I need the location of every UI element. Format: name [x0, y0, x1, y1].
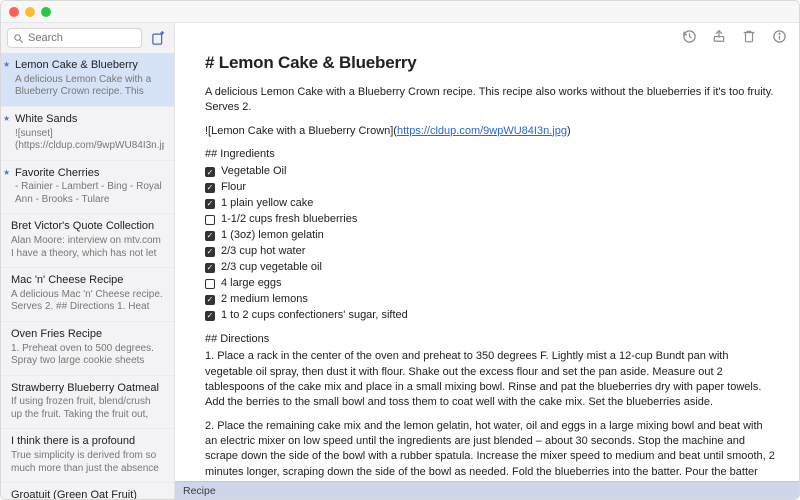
sidebar: ★Lemon Cake & BlueberryA delicious Lemon…: [1, 23, 175, 499]
ingredient-row: ✓ 1 plain yellow cake: [205, 196, 777, 212]
star-icon: ★: [3, 114, 10, 123]
ingredient-checkbox[interactable]: ✓: [205, 311, 215, 321]
ingredient-row: 1-1/2 cups fresh blueberries: [205, 212, 777, 228]
note-preview: - Rainier - Lambert - Bing - Royal Ann -…: [11, 181, 164, 206]
search-icon: [13, 33, 24, 44]
note-title: Oven Fries Recipe: [11, 328, 164, 342]
ingredient-row: 4 large eggs: [205, 276, 777, 292]
search-row: [1, 23, 174, 53]
new-note-button[interactable]: [148, 28, 168, 48]
ingredient-row: ✓ Flour: [205, 180, 777, 196]
footer-bar: Recipe: [175, 481, 799, 499]
note-title: White Sands: [11, 113, 164, 127]
image-md-prefix: ![Lemon Cake with a Blueberry Crown](: [205, 125, 397, 137]
ingredient-checkbox[interactable]: ✓: [205, 231, 215, 241]
ingredient-checkbox[interactable]: ✓: [205, 199, 215, 209]
zoom-window-button[interactable]: [41, 7, 51, 17]
note-list-item[interactable]: ★Lemon Cake & BlueberryA delicious Lemon…: [1, 53, 174, 107]
direction-step-1: 1. Place a rack in the center of the ove…: [205, 349, 777, 411]
minimize-window-button[interactable]: [25, 7, 35, 17]
note-title: Mac 'n' Cheese Recipe: [11, 274, 164, 288]
footer-tag[interactable]: Recipe: [183, 485, 216, 497]
ingredient-row: ✓ 1 to 2 cups confectioners' sugar, sifte…: [205, 308, 777, 324]
app-body: ★Lemon Cake & BlueberryA delicious Lemon…: [1, 23, 799, 499]
search-input-wrap[interactable]: [7, 28, 142, 48]
note-title: I think there is a profound: [11, 435, 164, 449]
ingredient-text: Vegetable Oil: [221, 164, 286, 180]
ingredient-checkbox[interactable]: ✓: [205, 183, 215, 193]
note-list-item[interactable]: ★Favorite Cherries- Rainier - Lambert - …: [1, 161, 174, 215]
editor[interactable]: # Lemon Cake & Blueberry A delicious Lem…: [175, 49, 799, 481]
star-icon: ★: [3, 60, 10, 69]
ingredients-list: ✓ Vegetable Oil ✓ Flour ✓ 1 plain yellow cake…: [205, 164, 777, 323]
app-window: ★Lemon Cake & BlueberryA delicious Lemon…: [0, 0, 800, 500]
ingredient-text: 4 large eggs: [221, 276, 282, 292]
note-intro: A delicious Lemon Cake with a Blueberry …: [205, 85, 777, 116]
ingredient-row: ✓ Vegetable Oil: [205, 164, 777, 180]
image-md-suffix: ): [567, 125, 571, 137]
info-icon[interactable]: [771, 28, 787, 44]
note-preview: True simplicity is derived from so much …: [11, 450, 164, 475]
note-title: Bret Victor's Quote Collection: [11, 220, 164, 234]
close-window-button[interactable]: [9, 7, 19, 17]
ingredient-checkbox[interactable]: ✓: [205, 167, 215, 177]
note-list-item[interactable]: ★White Sands![sunset](https://cldup.com/…: [1, 107, 174, 161]
note-image-line: ![Lemon Cake with a Blueberry Crown](htt…: [205, 124, 777, 139]
note-preview: If using frozen fruit, blend/crush up th…: [11, 396, 164, 421]
ingredient-text: 2/3 cup hot water: [221, 244, 305, 260]
ingredient-checkbox[interactable]: ✓: [205, 295, 215, 305]
note-list-item[interactable]: Bret Victor's Quote CollectionAlan Moore…: [1, 214, 174, 268]
ingredient-text: Flour: [221, 180, 246, 196]
note-preview: Alan Moore: interview on mtv.com I have …: [11, 235, 164, 260]
note-title: Favorite Cherries: [11, 167, 164, 181]
ingredient-row: ✓ 1 (3oz) lemon gelatin: [205, 228, 777, 244]
ingredient-checkbox[interactable]: ✓: [205, 247, 215, 257]
ingredient-text: 2 medium lemons: [221, 292, 308, 308]
note-title: Groatuit (Green Oat Fruit): [11, 489, 164, 499]
note-title: Lemon Cake & Blueberry: [11, 59, 164, 73]
note-list-item[interactable]: Strawberry Blueberry OatmealIf using fro…: [1, 376, 174, 430]
note-preview: ![sunset](https://cldup.com/9wpWU84I3n.j…: [11, 128, 164, 153]
note-list-item[interactable]: I think there is a profoundTrue simplici…: [1, 429, 174, 483]
note-heading: # Lemon Cake & Blueberry: [205, 51, 777, 75]
note-list-item[interactable]: Groatuit (Green Oat Fruit)To make the fl…: [1, 483, 174, 499]
search-input[interactable]: [28, 32, 136, 44]
ingredient-text: 1-1/2 cups fresh blueberries: [221, 212, 357, 228]
ingredient-checkbox[interactable]: [205, 215, 215, 225]
image-link[interactable]: https://cldup.com/9wpWU84I3n.jpg: [397, 125, 567, 137]
note-title: Strawberry Blueberry Oatmeal: [11, 382, 164, 396]
ingredient-text: 1 to 2 cups confectioners' sugar, sifted: [221, 308, 408, 324]
ingredient-row: ✓ 2/3 cup hot water: [205, 244, 777, 260]
note-list: ★Lemon Cake & BlueberryA delicious Lemon…: [1, 53, 174, 499]
ingredients-heading: ## Ingredients: [205, 147, 777, 162]
content-pane: # Lemon Cake & Blueberry A delicious Lem…: [175, 23, 799, 499]
note-preview: A delicious Mac 'n' Cheese recipe. Serve…: [11, 289, 164, 314]
ingredient-checkbox[interactable]: [205, 279, 215, 289]
note-preview: A delicious Lemon Cake with a Blueberry …: [11, 74, 164, 99]
ingredient-row: ✓ 2 medium lemons: [205, 292, 777, 308]
titlebar: [1, 1, 799, 23]
history-icon[interactable]: [681, 28, 697, 44]
direction-step-2: 2. Place the remaining cake mix and the …: [205, 419, 777, 481]
ingredient-row: ✓ 2/3 cup vegetable oil: [205, 260, 777, 276]
window-controls: [9, 7, 51, 17]
ingredient-checkbox[interactable]: ✓: [205, 263, 215, 273]
note-list-item[interactable]: Mac 'n' Cheese RecipeA delicious Mac 'n'…: [1, 268, 174, 322]
share-icon[interactable]: [711, 28, 727, 44]
trash-icon[interactable]: [741, 28, 757, 44]
ingredient-text: 2/3 cup vegetable oil: [221, 260, 322, 276]
ingredient-text: 1 plain yellow cake: [221, 196, 313, 212]
editor-toolbar: [175, 23, 799, 49]
directions-heading: ## Directions: [205, 332, 777, 347]
note-preview: 1. Preheat oven to 500 degrees. Spray tw…: [11, 343, 164, 368]
note-list-item[interactable]: Oven Fries Recipe1. Preheat oven to 500 …: [1, 322, 174, 376]
star-icon: ★: [3, 168, 10, 177]
ingredient-text: 1 (3oz) lemon gelatin: [221, 228, 324, 244]
